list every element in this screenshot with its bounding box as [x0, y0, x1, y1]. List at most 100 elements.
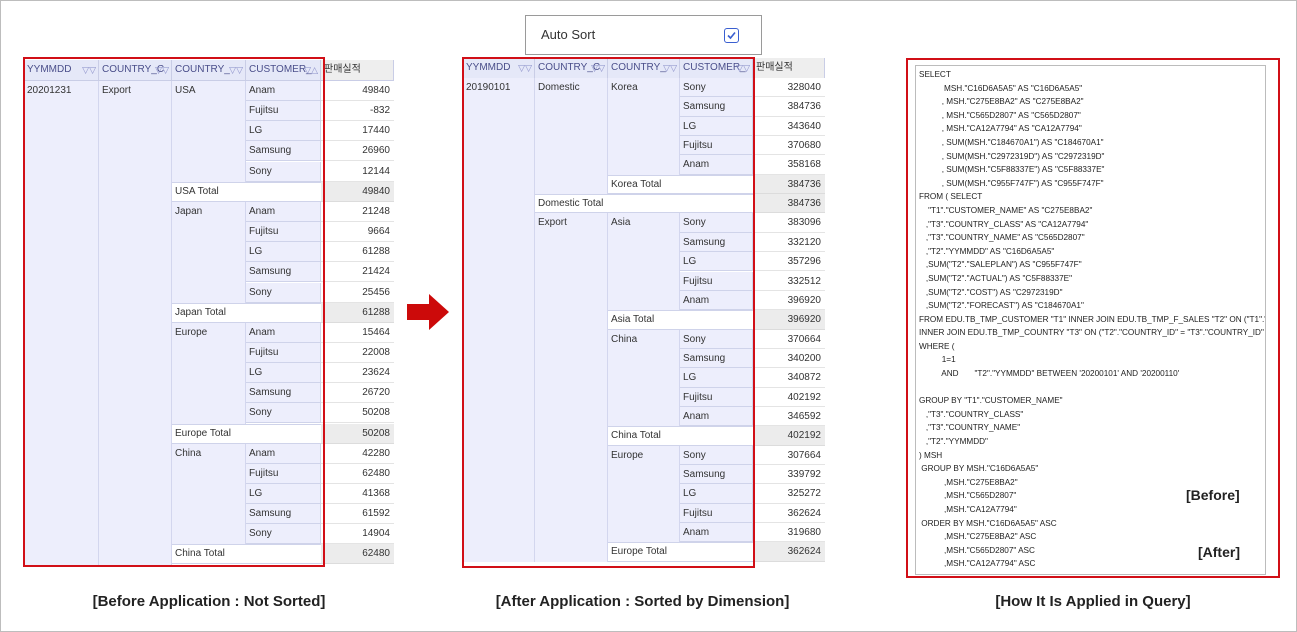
filter-sort-icon[interactable]: ▽▽	[155, 60, 169, 80]
value-cell: 14904	[321, 524, 394, 545]
column-header[interactable]: CUSTOMER_ ▽△	[246, 60, 321, 81]
value-cell: 42280	[321, 443, 394, 464]
filter-sort-icon[interactable]: ▽▽	[663, 58, 677, 78]
customer-cell: Samsung	[246, 383, 321, 404]
value-cell: 61288	[321, 242, 394, 263]
customer-cell: Sony	[246, 282, 321, 303]
column-header[interactable]: 판매실적	[753, 58, 825, 79]
country-cell: Europe	[608, 445, 680, 543]
value-cell: 340872	[753, 368, 825, 388]
subtotal-label: Asia Total	[608, 310, 753, 330]
caption-before: [Before Application : Not Sorted]	[92, 593, 326, 610]
value-cell: 319680	[753, 523, 825, 543]
column-header[interactable]: YYMMDD ▽▽	[24, 60, 99, 81]
value-cell: 340200	[753, 348, 825, 369]
subtotal-value: 50208	[321, 423, 394, 444]
auto-sort-option[interactable]: Auto Sort	[525, 15, 762, 55]
column-header[interactable]: COUNTRY_ ▽▽	[172, 60, 246, 81]
customer-cell: LG	[246, 484, 321, 504]
pivot-grid-before: YYMMDD ▽▽ COUNTRY_C ▽▽ COUNTRY_ ▽▽ CUSTOMER_ ▽△…	[24, 60, 394, 566]
column-header-label: COUNTRY_	[175, 64, 230, 75]
caption-query: [How It Is Applied in Query]	[995, 593, 1191, 610]
before-tag: [Before]	[1186, 487, 1240, 503]
customer-cell: Samsung	[680, 232, 753, 253]
customer-cell: Fujitsu	[246, 222, 321, 243]
customer-cell: LG	[246, 242, 321, 263]
caption-after: [After Application : Sorted by Dimension…	[495, 593, 790, 610]
column-header-label: YYMMDD	[466, 62, 511, 73]
value-cell: 26720	[321, 383, 394, 404]
column-header[interactable]: 판매실적	[321, 60, 394, 81]
subtotal-value: 362624	[753, 542, 825, 562]
column-header[interactable]: CUSTOMER_ ▽▽	[680, 58, 753, 79]
subtotal-label: China Total	[608, 426, 753, 446]
class-total-label: Domestic Total	[535, 194, 753, 214]
customer-cell: Fujitsu	[246, 463, 321, 484]
pivot-grid-after: YYMMDD ▽▽ COUNTRY_C ▽▽ COUNTRY_ ▽▽ CUSTOMER_ ▽▽…	[463, 58, 825, 566]
customer-cell: LG	[680, 252, 753, 272]
value-cell: 328040	[753, 78, 825, 98]
subtotal-label: Europe Total	[172, 423, 321, 444]
customer-cell: Anam	[246, 443, 321, 464]
filter-sort-icon[interactable]: ▽▽	[229, 60, 243, 80]
customer-cell: LG	[246, 363, 321, 384]
filter-sort-icon[interactable]: ▽▽	[518, 58, 532, 78]
value-cell: 26960	[321, 141, 394, 162]
customer-cell: Anam	[680, 406, 753, 427]
column-header[interactable]: COUNTRY_C ▽▽	[535, 58, 608, 79]
value-cell: 62480	[321, 463, 394, 484]
right-arrow-icon	[407, 294, 449, 330]
customer-cell: Fujitsu	[246, 342, 321, 363]
customer-cell: Fujitsu	[680, 271, 753, 291]
value-cell: 370680	[753, 136, 825, 156]
filter-sort-icon[interactable]: ▽▽	[82, 60, 96, 80]
customer-cell: LG	[680, 368, 753, 388]
customer-cell: Samsung	[680, 97, 753, 117]
customer-cell: Fujitsu	[246, 101, 321, 122]
column-header-label: YYMMDD	[27, 64, 72, 75]
subtotal-value: 384736	[753, 174, 825, 195]
column-header-label: 판매실적	[324, 64, 361, 75]
customer-cell: Anam	[680, 523, 753, 543]
value-cell: 61592	[321, 504, 394, 525]
value-cell: 41368	[321, 484, 394, 504]
customer-cell: Samsung	[246, 504, 321, 525]
value-cell: 370664	[753, 329, 825, 349]
country-class-cell: Domestic	[535, 78, 608, 195]
column-header-label: 판매실적	[756, 62, 793, 73]
yymmdd-cell: 20190101	[463, 78, 535, 562]
customer-cell: Anam	[680, 290, 753, 311]
value-cell: 22008	[321, 342, 394, 363]
value-cell: 362624	[753, 503, 825, 524]
customer-cell: Sony	[680, 445, 753, 465]
value-cell: 343640	[753, 116, 825, 137]
column-header[interactable]: YYMMDD ▽▽	[463, 58, 535, 79]
column-header[interactable]: COUNTRY_ ▽▽	[608, 58, 680, 79]
customer-cell: Fujitsu	[680, 387, 753, 407]
column-header[interactable]: COUNTRY_C ▽▽	[99, 60, 172, 81]
value-cell: 325272	[753, 484, 825, 504]
country-cell: Japan	[172, 201, 246, 303]
value-cell: 384736	[753, 97, 825, 117]
checkmark-icon	[727, 31, 736, 40]
country-cell: China	[608, 329, 680, 427]
value-cell: 402192	[753, 387, 825, 407]
customer-cell: Fujitsu	[680, 503, 753, 524]
customer-cell: Anam	[246, 322, 321, 343]
customer-cell: Samsung	[680, 348, 753, 369]
auto-sort-checkbox[interactable]	[724, 28, 739, 43]
filter-sort-icon[interactable]: ▽▽	[736, 58, 750, 78]
value-cell: 332120	[753, 232, 825, 253]
value-cell: 49840	[321, 81, 394, 101]
filter-sort-icon[interactable]: ▽△	[304, 60, 318, 80]
customer-cell: Samsung	[246, 141, 321, 162]
customer-cell: LG	[680, 116, 753, 137]
value-cell: 358168	[753, 155, 825, 175]
value-cell: 25456	[321, 282, 394, 303]
value-cell: 357296	[753, 252, 825, 272]
value-cell: 332512	[753, 271, 825, 291]
auto-sort-label: Auto Sort	[541, 27, 596, 42]
filter-sort-icon[interactable]: ▽▽	[591, 58, 605, 78]
value-cell: 23624	[321, 363, 394, 384]
value-cell: 339792	[753, 465, 825, 485]
